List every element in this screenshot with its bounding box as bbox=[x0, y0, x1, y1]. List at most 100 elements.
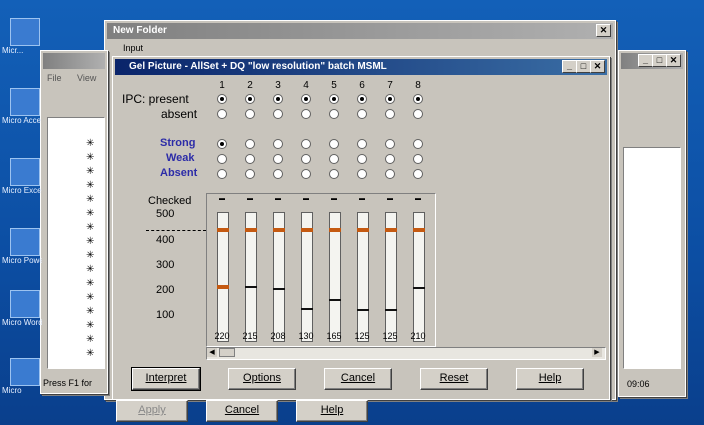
strong-radio[interactable] bbox=[301, 139, 311, 149]
lane-slider[interactable] bbox=[385, 212, 397, 342]
minimize-icon[interactable]: _ bbox=[638, 54, 653, 67]
menu-view[interactable]: View bbox=[77, 73, 96, 83]
powerpoint-icon[interactable] bbox=[10, 228, 40, 256]
my-computer-icon[interactable] bbox=[10, 18, 40, 46]
lane-slider[interactable] bbox=[413, 212, 425, 342]
minimize-icon[interactable]: _ bbox=[562, 60, 577, 73]
access-icon[interactable] bbox=[10, 88, 40, 116]
threshold-marker[interactable] bbox=[245, 228, 257, 232]
ipc-present-radio[interactable] bbox=[245, 94, 255, 104]
ipc-absent-radio[interactable] bbox=[329, 109, 339, 119]
threshold-marker[interactable] bbox=[357, 228, 369, 232]
scroll-left-icon[interactable]: ◀ bbox=[207, 348, 217, 357]
reset-button[interactable]: Reset bbox=[420, 368, 488, 390]
help-button[interactable]: Help bbox=[516, 368, 584, 390]
bottom-cancel-button[interactable]: Cancel bbox=[206, 400, 278, 422]
right-content[interactable] bbox=[623, 147, 681, 369]
tree-node-icon[interactable]: ✳ bbox=[86, 264, 94, 275]
strong-radio[interactable] bbox=[217, 139, 227, 149]
lane-value-marker[interactable] bbox=[413, 287, 425, 289]
strong-radio[interactable] bbox=[357, 139, 367, 149]
tree-node-icon[interactable]: ✳ bbox=[86, 166, 94, 177]
close-icon[interactable]: ✕ bbox=[596, 24, 611, 37]
weak-radio[interactable] bbox=[413, 154, 423, 164]
absent-radio[interactable] bbox=[413, 169, 423, 179]
ipc-absent-radio[interactable] bbox=[301, 109, 311, 119]
tree-node-icon[interactable]: ✳ bbox=[86, 208, 94, 219]
absent-radio[interactable] bbox=[273, 169, 283, 179]
ipc-present-radio[interactable] bbox=[301, 94, 311, 104]
strong-radio[interactable] bbox=[245, 139, 255, 149]
office-icon[interactable] bbox=[10, 358, 40, 386]
ipc-present-radio[interactable] bbox=[329, 94, 339, 104]
lane-value-marker[interactable] bbox=[385, 309, 397, 311]
apply-button[interactable]: Apply bbox=[116, 400, 188, 422]
bottom-help-button[interactable]: Help bbox=[296, 400, 368, 422]
lane-slider[interactable] bbox=[217, 212, 229, 342]
tree-panel[interactable] bbox=[47, 117, 105, 369]
lane-slider[interactable] bbox=[245, 212, 257, 342]
ipc-absent-radio[interactable] bbox=[273, 109, 283, 119]
ipc-absent-radio[interactable] bbox=[357, 109, 367, 119]
tree-node-icon[interactable]: ✳ bbox=[86, 222, 94, 233]
lane-value-marker[interactable] bbox=[217, 285, 229, 289]
maximize-icon[interactable]: □ bbox=[576, 60, 591, 73]
tree-node-icon[interactable]: ✳ bbox=[86, 236, 94, 247]
tree-node-icon[interactable]: ✳ bbox=[86, 306, 94, 317]
lane-value-marker[interactable] bbox=[273, 288, 285, 290]
threshold-marker[interactable] bbox=[385, 228, 397, 232]
lane-value-marker[interactable] bbox=[301, 308, 313, 310]
lane-slider[interactable] bbox=[301, 212, 313, 342]
close-icon[interactable]: ✕ bbox=[666, 54, 681, 67]
lane-slider[interactable] bbox=[273, 212, 285, 342]
threshold-marker[interactable] bbox=[301, 228, 313, 232]
tree-node-icon[interactable]: ✳ bbox=[86, 334, 94, 345]
word-icon[interactable] bbox=[10, 290, 40, 318]
weak-radio[interactable] bbox=[273, 154, 283, 164]
scroll-thumb[interactable] bbox=[219, 348, 235, 357]
tree-node-icon[interactable]: ✳ bbox=[86, 348, 94, 359]
ipc-present-radio[interactable] bbox=[357, 94, 367, 104]
threshold-marker[interactable] bbox=[413, 228, 425, 232]
tree-node-icon[interactable]: ✳ bbox=[86, 250, 94, 261]
lane-value-marker[interactable] bbox=[245, 286, 257, 288]
lane-value-marker[interactable] bbox=[329, 299, 341, 301]
menu-file[interactable]: File bbox=[47, 73, 62, 83]
absent-radio[interactable] bbox=[385, 169, 395, 179]
threshold-marker[interactable] bbox=[329, 228, 341, 232]
ipc-present-radio[interactable] bbox=[413, 94, 423, 104]
tree-node-icon[interactable]: ✳ bbox=[86, 180, 94, 191]
tree-node-icon[interactable]: ✳ bbox=[86, 152, 94, 163]
cancel-button[interactable]: Cancel bbox=[324, 368, 392, 390]
weak-radio[interactable] bbox=[357, 154, 367, 164]
excel-icon[interactable] bbox=[10, 158, 40, 186]
tree-node-icon[interactable]: ✳ bbox=[86, 194, 94, 205]
lane-value-marker[interactable] bbox=[357, 309, 369, 311]
ipc-present-radio[interactable] bbox=[273, 94, 283, 104]
ipc-present-radio[interactable] bbox=[385, 94, 395, 104]
threshold-marker[interactable] bbox=[273, 228, 285, 232]
weak-radio[interactable] bbox=[385, 154, 395, 164]
lane-slider[interactable] bbox=[357, 212, 369, 342]
weak-radio[interactable] bbox=[245, 154, 255, 164]
strong-radio[interactable] bbox=[273, 139, 283, 149]
strong-radio[interactable] bbox=[413, 139, 423, 149]
maximize-icon[interactable]: □ bbox=[652, 54, 667, 67]
interpret-button[interactable]: Interpret bbox=[131, 367, 201, 391]
weak-radio[interactable] bbox=[217, 154, 227, 164]
absent-radio[interactable] bbox=[217, 169, 227, 179]
absent-radio[interactable] bbox=[329, 169, 339, 179]
close-icon[interactable]: ✕ bbox=[590, 60, 605, 73]
tree-node-icon[interactable]: ✳ bbox=[86, 278, 94, 289]
scroll-right-icon[interactable]: ▶ bbox=[592, 348, 602, 357]
tree-node-icon[interactable]: ✳ bbox=[86, 138, 94, 149]
ipc-absent-radio[interactable] bbox=[217, 109, 227, 119]
lane-slider[interactable] bbox=[329, 212, 341, 342]
options-button[interactable]: Options bbox=[228, 368, 296, 390]
ipc-absent-radio[interactable] bbox=[413, 109, 423, 119]
tree-node-icon[interactable]: ✳ bbox=[86, 320, 94, 331]
absent-radio[interactable] bbox=[245, 169, 255, 179]
horizontal-scrollbar[interactable] bbox=[206, 347, 606, 360]
ipc-present-radio[interactable] bbox=[217, 94, 227, 104]
tree-node-icon[interactable]: ✳ bbox=[86, 292, 94, 303]
